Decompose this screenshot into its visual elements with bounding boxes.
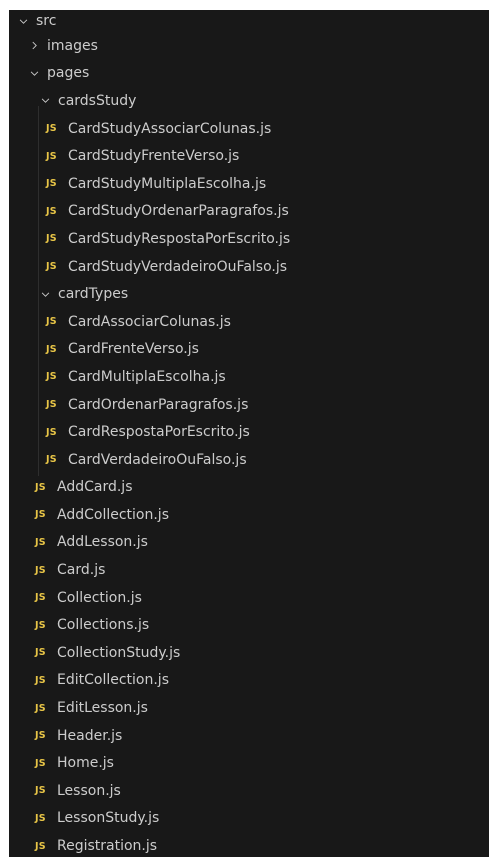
file-item[interactable]: JS EditLesson.js <box>9 694 489 722</box>
javascript-file-icon: JS <box>35 647 46 659</box>
folder-cardsStudy[interactable]: cardsStudy <box>9 87 489 115</box>
file-label: CardAssociarColunas.js <box>68 313 231 330</box>
file-item[interactable]: JS CardStudyVerdadeiroOuFalso.js <box>9 253 489 281</box>
file-label: AddLesson.js <box>57 534 148 551</box>
chevron-down-icon <box>26 65 42 81</box>
file-item[interactable]: JS CardVerdadeiroOuFalso.js <box>9 446 489 474</box>
file-item[interactable]: JS CardOrdenarParagrafos.js <box>9 391 489 419</box>
file-label: CardStudyVerdadeiroOuFalso.js <box>68 258 288 275</box>
javascript-file-icon: JS <box>46 343 57 355</box>
file-item[interactable]: JS Home.js <box>9 749 489 777</box>
file-item[interactable]: JS CardStudyRespostaPorEscrito.js <box>9 225 489 253</box>
file-item[interactable]: JS Collections.js <box>9 611 489 639</box>
file-label: CardStudyRespostaPorEscrito.js <box>68 230 291 247</box>
file-item[interactable]: JS AddCard.js <box>9 474 489 502</box>
file-label: CardVerdadeiroOuFalso.js <box>68 451 247 468</box>
javascript-file-icon: JS <box>35 785 46 797</box>
file-item[interactable]: JS CardStudyFrenteVerso.js <box>9 142 489 170</box>
folder-cardTypes[interactable]: cardTypes <box>9 280 489 308</box>
javascript-file-icon: JS <box>35 509 46 521</box>
file-tree: src images pages cardsStudy JS CardStudy… <box>9 10 489 857</box>
file-item[interactable]: JS CardStudyAssociarColunas.js <box>9 115 489 143</box>
file-item[interactable]: JS CardStudyMultiplaEscolha.js <box>9 170 489 198</box>
file-item[interactable]: JS Registration.js <box>9 832 489 857</box>
chevron-down-icon <box>37 93 53 109</box>
file-item[interactable]: JS CardStudyOrdenarParagrafos.js <box>9 198 489 226</box>
javascript-file-icon: JS <box>46 426 57 438</box>
folder-src[interactable]: src <box>9 10 489 32</box>
folder-label: cardTypes <box>58 286 129 303</box>
javascript-file-icon: JS <box>46 150 57 162</box>
file-item[interactable]: JS Card.js <box>9 556 489 584</box>
folder-label: src <box>36 13 57 29</box>
file-label: AddCollection.js <box>57 506 169 523</box>
folder-label: cardsStudy <box>58 92 137 109</box>
file-label: Header.js <box>57 727 123 744</box>
javascript-file-icon: JS <box>46 261 57 273</box>
file-explorer-panel: src images pages cardsStudy JS CardStudy… <box>9 10 489 857</box>
file-item[interactable]: JS CollectionStudy.js <box>9 639 489 667</box>
javascript-file-icon: JS <box>46 123 57 135</box>
file-item[interactable]: JS Header.js <box>9 722 489 750</box>
javascript-file-icon: JS <box>35 481 46 493</box>
file-label: CardFrenteVerso.js <box>68 341 199 358</box>
file-label: Card.js <box>57 562 106 579</box>
file-item[interactable]: JS CardMultiplaEscolha.js <box>9 363 489 391</box>
javascript-file-icon: JS <box>35 757 46 769</box>
file-item[interactable]: JS CardRespostaPorEscrito.js <box>9 418 489 446</box>
file-label: CardStudyFrenteVerso.js <box>68 148 240 165</box>
chevron-down-icon <box>37 286 53 302</box>
javascript-file-icon: JS <box>35 592 46 604</box>
file-label: CardStudyOrdenarParagrafos.js <box>68 203 289 220</box>
file-label: CollectionStudy.js <box>57 644 181 661</box>
file-item[interactable]: JS EditCollection.js <box>9 667 489 695</box>
javascript-file-icon: JS <box>46 454 57 466</box>
file-label: AddCard.js <box>57 479 133 496</box>
javascript-file-icon: JS <box>46 371 57 383</box>
file-item[interactable]: JS LessonStudy.js <box>9 805 489 833</box>
file-item[interactable]: JS CardFrenteVerso.js <box>9 336 489 364</box>
folder-images[interactable]: images <box>9 32 489 60</box>
javascript-file-icon: JS <box>35 840 46 852</box>
file-label: CardOrdenarParagrafos.js <box>68 396 249 413</box>
file-label: LessonStudy.js <box>57 810 160 827</box>
folder-pages[interactable]: pages <box>9 60 489 88</box>
file-label: Lesson.js <box>57 782 121 799</box>
chevron-right-icon <box>26 38 42 54</box>
file-label: Registration.js <box>57 838 158 855</box>
javascript-file-icon: JS <box>46 233 57 245</box>
file-label: CardStudyMultiplaEscolha.js <box>68 175 267 192</box>
javascript-file-icon: JS <box>35 812 46 824</box>
javascript-file-icon: JS <box>46 178 57 190</box>
javascript-file-icon: JS <box>35 619 46 631</box>
javascript-file-icon: JS <box>35 730 46 742</box>
javascript-file-icon: JS <box>35 674 46 686</box>
javascript-file-icon: JS <box>46 316 57 328</box>
file-label: CardStudyAssociarColunas.js <box>68 120 272 137</box>
file-item[interactable]: JS Lesson.js <box>9 777 489 805</box>
chevron-down-icon <box>15 13 31 29</box>
file-item[interactable]: JS CardAssociarColunas.js <box>9 308 489 336</box>
file-label: Collection.js <box>57 589 142 606</box>
javascript-file-icon: JS <box>35 564 46 576</box>
javascript-file-icon: JS <box>46 399 57 411</box>
file-label: CardMultiplaEscolha.js <box>68 368 226 385</box>
javascript-file-icon: JS <box>46 205 57 217</box>
file-item[interactable]: JS AddLesson.js <box>9 529 489 557</box>
file-label: CardRespostaPorEscrito.js <box>68 424 250 441</box>
file-label: Collections.js <box>57 617 150 634</box>
folder-label: pages <box>47 65 90 82</box>
file-label: EditLesson.js <box>57 700 148 717</box>
file-item[interactable]: JS AddCollection.js <box>9 501 489 529</box>
javascript-file-icon: JS <box>35 702 46 714</box>
javascript-file-icon: JS <box>35 536 46 548</box>
file-label: EditCollection.js <box>57 672 169 689</box>
file-item[interactable]: JS Collection.js <box>9 584 489 612</box>
folder-label: images <box>47 37 98 54</box>
file-label: Home.js <box>57 755 114 772</box>
